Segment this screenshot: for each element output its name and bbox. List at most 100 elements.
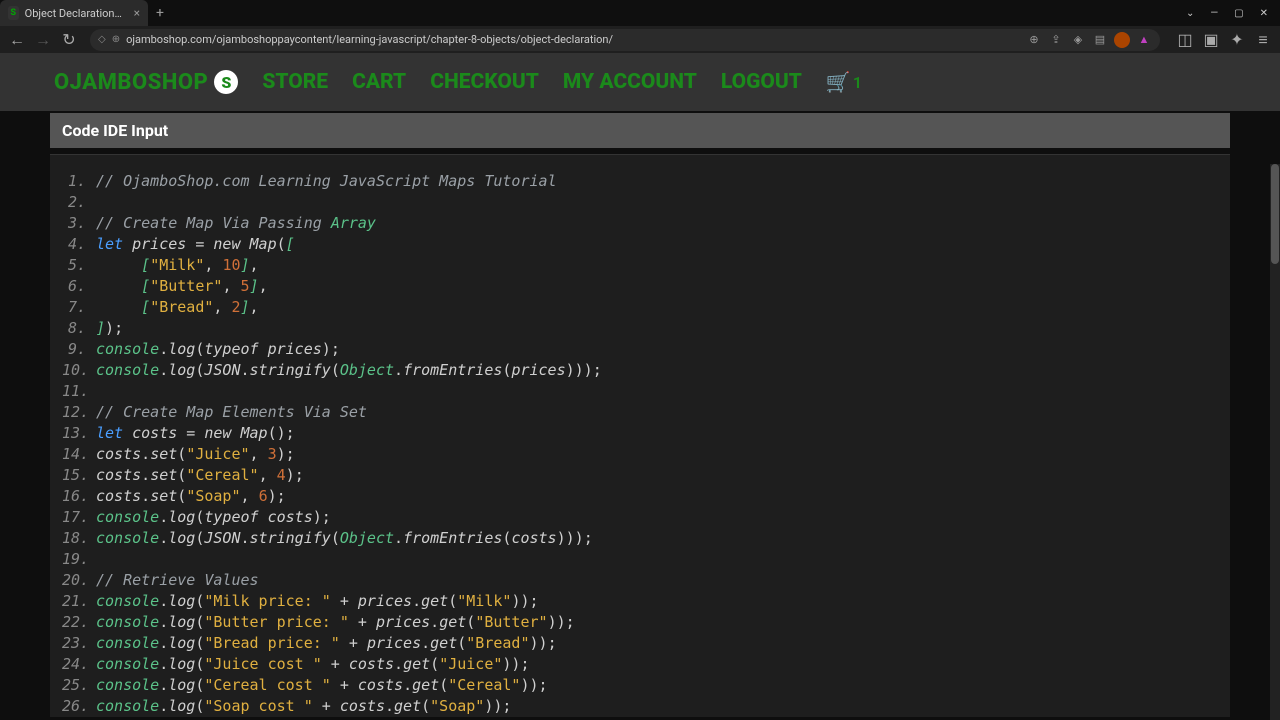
toolbar-row: ← → ↻ ◇ ⊕ ojamboshop.com/ojamboshoppayco… <box>0 26 1280 53</box>
line-number: 13. <box>62 423 96 444</box>
line-number: 1. <box>62 171 96 192</box>
reload-button[interactable]: ↻ <box>58 29 80 51</box>
cart-widget[interactable]: 🛒 1 <box>826 70 862 94</box>
line-number: 2. <box>62 192 96 213</box>
code-line: 23.console.log("Bread price: " + prices.… <box>62 633 1218 654</box>
rss-icon[interactable]: ◈ <box>1070 32 1086 48</box>
line-content: console.log("Butter price: " + prices.ge… <box>96 612 1218 633</box>
line-number: 19. <box>62 549 96 570</box>
shield-icon[interactable] <box>1114 32 1130 48</box>
code-line: 3.// Create Map Via Passing Array <box>62 213 1218 234</box>
line-content: // Retrieve Values <box>96 570 1218 591</box>
code-line: 20.// Retrieve Values <box>62 570 1218 591</box>
line-number: 9. <box>62 339 96 360</box>
code-line: 10.console.log(JSON.stringify(Object.fro… <box>62 360 1218 381</box>
site-info-icon[interactable]: ⊕ <box>112 34 120 45</box>
line-content: console.log(typeof costs); <box>96 507 1218 528</box>
line-number: 26. <box>62 696 96 717</box>
page-body: Code IDE Input 1.// OjamboShop.com Learn… <box>0 111 1280 720</box>
line-number: 16. <box>62 486 96 507</box>
new-tab-button[interactable]: + <box>148 5 172 21</box>
line-content: ["Bread", 2], <box>96 297 1218 318</box>
close-icon[interactable]: × <box>134 6 140 20</box>
code-line: 18.console.log(JSON.stringify(Object.fro… <box>62 528 1218 549</box>
nav-store[interactable]: STORE <box>262 70 328 94</box>
ide-title: Code IDE Input <box>50 113 1230 148</box>
line-content: // Create Map Elements Via Set <box>96 402 1218 423</box>
share-icon[interactable]: ⇪ <box>1048 32 1064 48</box>
code-line: 26.console.log("Soap cost " + costs.get(… <box>62 696 1218 717</box>
line-number: 20. <box>62 570 96 591</box>
line-number: 15. <box>62 465 96 486</box>
code-line: 15.costs.set("Cereal", 4); <box>62 465 1218 486</box>
code-line: 19. <box>62 549 1218 570</box>
line-content: costs.set("Soap", 6); <box>96 486 1218 507</box>
code-line: 2. <box>62 192 1218 213</box>
code-editor[interactable]: 1.// OjamboShop.com Learning JavaScript … <box>50 154 1230 717</box>
url-bar[interactable]: ◇ ⊕ ojamboshop.com/ojamboshoppaycontent/… <box>90 29 1160 51</box>
nav-my-account[interactable]: MY ACCOUNT <box>563 70 697 94</box>
line-content: costs.set("Juice", 3); <box>96 444 1218 465</box>
line-number: 23. <box>62 633 96 654</box>
window-controls: ⌄ — ▢ ✕ <box>1182 8 1280 19</box>
browser-tab[interactable]: S Object Declaration - Ojamb × <box>0 0 148 26</box>
line-number: 12. <box>62 402 96 423</box>
tabs-row: S Object Declaration - Ojamb × + ⌄ — ▢ ✕ <box>0 0 1280 26</box>
bookmark-icon[interactable]: ◇ <box>98 34 106 45</box>
line-content: costs.set("Cereal", 4); <box>96 465 1218 486</box>
line-number: 4. <box>62 234 96 255</box>
code-line: 1.// OjamboShop.com Learning JavaScript … <box>62 171 1218 192</box>
reader-icon[interactable]: ▤ <box>1092 32 1108 48</box>
site-header: OJAMBOSHOP S STORE CART CHECKOUT MY ACCO… <box>0 53 1280 111</box>
line-number: 7. <box>62 297 96 318</box>
line-number: 6. <box>62 276 96 297</box>
line-number: 8. <box>62 318 96 339</box>
line-content: console.log("Milk price: " + prices.get(… <box>96 591 1218 612</box>
maximize-icon[interactable]: ▢ <box>1230 8 1247 19</box>
forward-button[interactable]: → <box>32 29 54 51</box>
code-line: 22.console.log("Butter price: " + prices… <box>62 612 1218 633</box>
back-button[interactable]: ← <box>6 29 28 51</box>
code-line: 7. ["Bread", 2], <box>62 297 1218 318</box>
line-content: // OjamboShop.com Learning JavaScript Ma… <box>96 171 1218 192</box>
nav-cart[interactable]: CART <box>352 70 406 94</box>
zoom-icon[interactable]: ⊕ <box>1026 32 1042 48</box>
line-content: console.log(JSON.stringify(Object.fromEn… <box>96 360 1218 381</box>
wallet-icon[interactable]: ▣ <box>1200 29 1222 51</box>
line-content: console.log("Juice cost " + costs.get("J… <box>96 654 1218 675</box>
vertical-scrollbar[interactable] <box>1270 164 1280 720</box>
line-content <box>96 549 1218 570</box>
url-controls: ⊕ ⇪ ◈ ▤ ▲ <box>1026 32 1152 48</box>
line-number: 3. <box>62 213 96 234</box>
logo[interactable]: OJAMBOSHOP <box>54 70 208 95</box>
code-line: 16.costs.set("Soap", 6); <box>62 486 1218 507</box>
nav-checkout[interactable]: CHECKOUT <box>430 70 539 94</box>
line-content <box>96 192 1218 213</box>
chevron-down-icon[interactable]: ⌄ <box>1182 8 1198 19</box>
sidebar-icon[interactable]: ◫ <box>1174 29 1196 51</box>
close-window-icon[interactable]: ✕ <box>1256 8 1272 19</box>
line-number: 11. <box>62 381 96 402</box>
line-number: 17. <box>62 507 96 528</box>
code-line: 6. ["Butter", 5], <box>62 276 1218 297</box>
minimize-icon[interactable]: — <box>1206 8 1222 19</box>
code-line: 14.costs.set("Juice", 3); <box>62 444 1218 465</box>
nav-logout[interactable]: LOGOUT <box>721 70 802 94</box>
code-line: 13.let costs = new Map(); <box>62 423 1218 444</box>
extension-icon[interactable]: ▲ <box>1136 32 1152 48</box>
code-line: 5. ["Milk", 10], <box>62 255 1218 276</box>
menu-icon[interactable]: ≡ <box>1252 29 1274 51</box>
code-line: 17.console.log(typeof costs); <box>62 507 1218 528</box>
line-number: 10. <box>62 360 96 381</box>
line-content <box>96 381 1218 402</box>
line-content: let costs = new Map(); <box>96 423 1218 444</box>
sparkle-icon[interactable]: ✦ <box>1226 29 1248 51</box>
line-content: ["Milk", 10], <box>96 255 1218 276</box>
line-content: console.log(JSON.stringify(Object.fromEn… <box>96 528 1218 549</box>
line-number: 14. <box>62 444 96 465</box>
line-number: 24. <box>62 654 96 675</box>
line-number: 5. <box>62 255 96 276</box>
line-content: console.log(typeof prices); <box>96 339 1218 360</box>
scrollbar-thumb[interactable] <box>1271 164 1279 264</box>
cart-count: 1 <box>853 73 862 92</box>
